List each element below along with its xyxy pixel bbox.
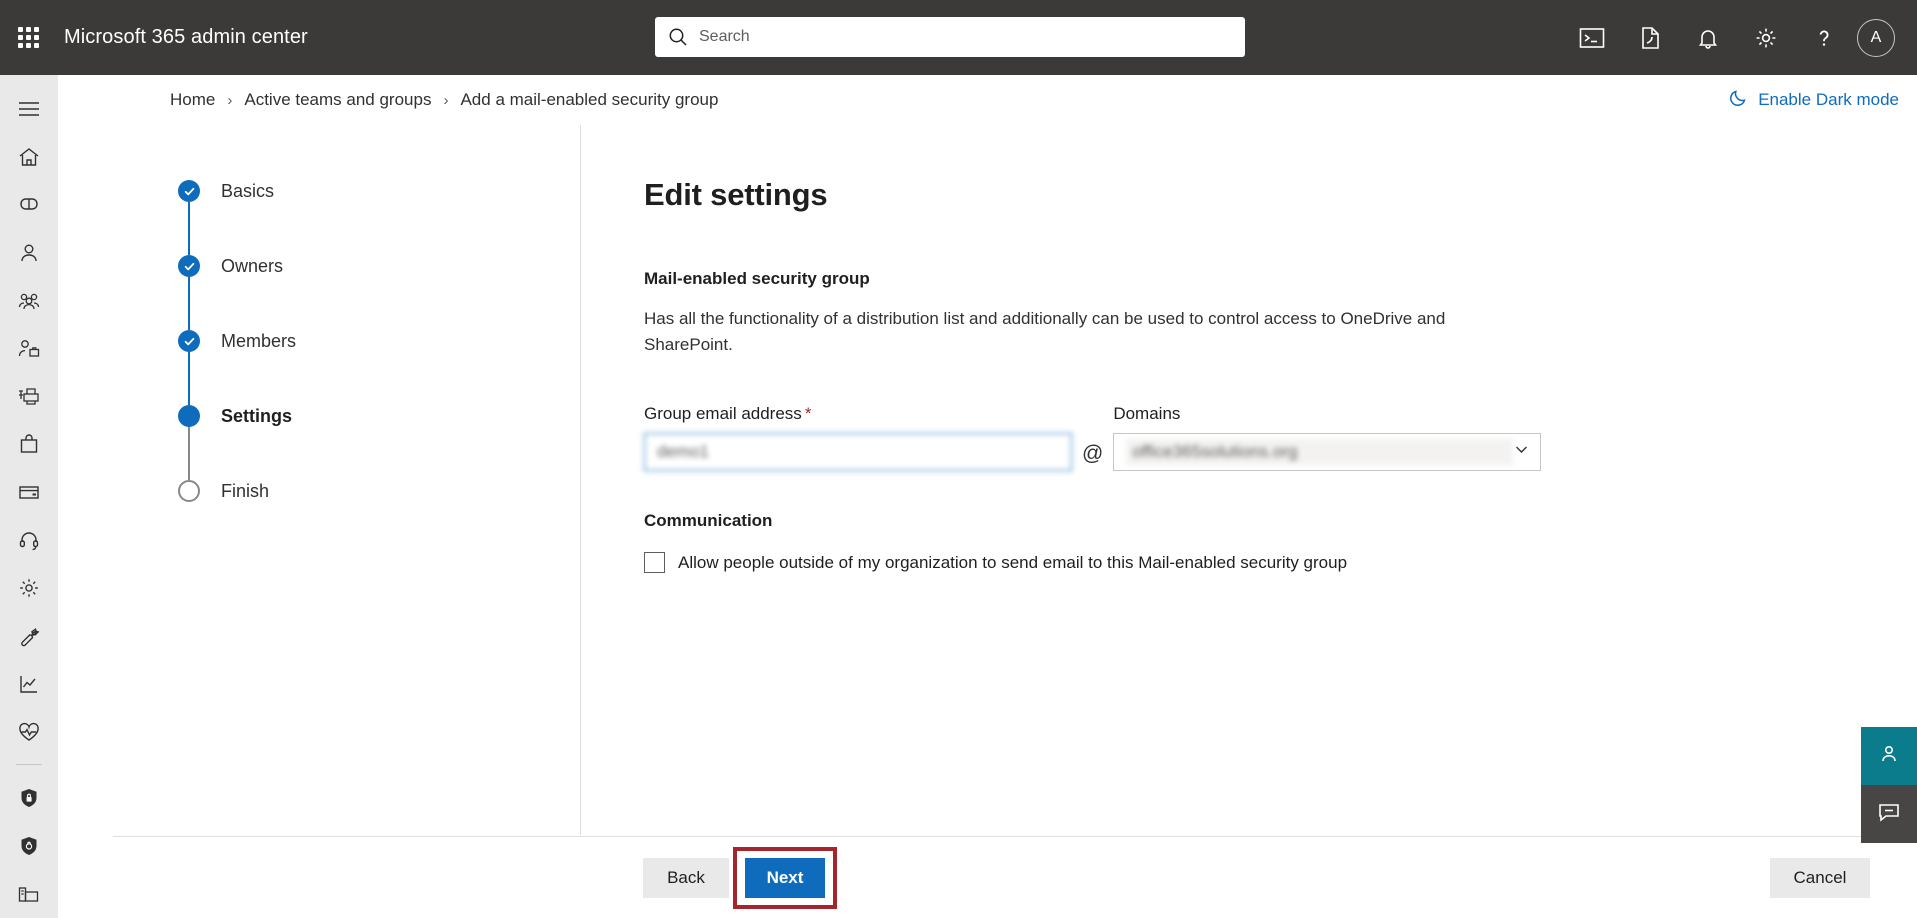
chevron-down-icon	[1513, 441, 1530, 463]
person-feedback-icon	[1877, 742, 1901, 771]
diagnostics-icon[interactable]	[1621, 0, 1679, 75]
communication-heading: Communication	[644, 511, 773, 530]
admin-centers-icon[interactable]	[0, 870, 58, 918]
step-connector	[188, 427, 190, 480]
wizard-step-label: Finish	[221, 481, 270, 501]
wizard-step-members[interactable]: Members	[178, 330, 580, 405]
payment-card-icon[interactable]	[0, 468, 58, 516]
app-launcher-waffle-icon[interactable]	[0, 0, 56, 75]
settings-pane: Edit settings Mail-enabled security grou…	[582, 125, 1917, 835]
breadcrumb-separator: ›	[227, 91, 233, 109]
step-status-pending-icon	[178, 480, 200, 502]
user-icon[interactable]	[0, 229, 58, 277]
step-connector	[188, 277, 190, 330]
wizard-step-label: Basics	[221, 181, 275, 201]
allow-external-senders-checkbox[interactable]	[644, 552, 665, 573]
wizard-step-label: Owners	[221, 256, 284, 276]
search-box[interactable]	[655, 17, 1245, 57]
search-icon	[667, 26, 689, 48]
chat-icon	[1877, 800, 1901, 829]
roles-icon[interactable]	[0, 324, 58, 372]
search-input[interactable]	[699, 28, 1233, 46]
wizard-step-label: Members	[221, 331, 297, 351]
domains-label: Domains	[1113, 404, 1181, 423]
feedback-tab-stack	[1861, 727, 1917, 843]
wizard-steps: Basics Owners Members Settings Finish	[178, 180, 580, 502]
health-heart-icon[interactable]	[0, 708, 58, 756]
wizard-step-owners[interactable]: Owners	[178, 255, 580, 330]
feedback-chat-tab[interactable]	[1861, 785, 1917, 843]
settings-gear-icon[interactable]	[0, 564, 58, 612]
security-shield-icon[interactable]	[0, 774, 58, 822]
feedback-survey-tab[interactable]	[1861, 727, 1917, 785]
step-status-current-icon	[178, 405, 200, 427]
help-icon[interactable]	[1795, 0, 1853, 75]
at-symbol: @	[1082, 442, 1104, 465]
copilot-icon[interactable]	[0, 181, 58, 229]
email-and-domain-row: Group email address* @ Domains office365…	[644, 404, 1917, 471]
group-email-label-text: Group email address	[644, 404, 802, 423]
group-type-description: Has all the functionality of a distribut…	[644, 309, 1446, 354]
teams-groups-icon[interactable]	[0, 277, 58, 325]
app-title: Microsoft 365 admin center	[64, 26, 308, 48]
rail-divider	[16, 764, 42, 766]
step-connector	[188, 352, 190, 405]
domains-dropdown[interactable]: office365solutions.org	[1113, 433, 1542, 471]
breadcrumb-item-current: Add a mail-enabled security group	[460, 90, 719, 109]
wizard-step-basics[interactable]: Basics	[178, 180, 580, 255]
hamburger-icon[interactable]	[0, 85, 58, 133]
back-button[interactable]: Back	[643, 858, 729, 898]
bell-icon[interactable]	[1679, 0, 1737, 75]
next-button[interactable]: Next	[745, 858, 825, 898]
left-nav-rail	[0, 75, 58, 918]
wizard-step-panel: Basics Owners Members Settings Finish	[113, 125, 581, 835]
step-status-complete-icon	[178, 180, 200, 202]
breadcrumb-separator: ›	[443, 91, 449, 109]
group-email-field-group: Group email address *	[644, 404, 1072, 471]
wizard-step-finish[interactable]: Finish	[178, 480, 580, 502]
home-icon[interactable]	[0, 133, 58, 181]
step-status-complete-icon	[178, 330, 200, 352]
domains-field-group: Domains office365solutions.org	[1113, 404, 1542, 471]
group-email-input[interactable]	[644, 433, 1072, 471]
wizard-footer: Back Next Cancel	[113, 836, 1917, 918]
breadcrumb-bar: Home › Active teams and groups › Add a m…	[58, 75, 1917, 125]
breadcrumb-item-home[interactable]: Home	[170, 90, 215, 110]
wizard-step-label: Settings	[221, 406, 293, 426]
page-title: Edit settings	[644, 177, 828, 212]
moon-icon	[1728, 87, 1758, 113]
step-status-complete-icon	[178, 255, 200, 277]
support-headset-icon[interactable]	[0, 516, 58, 564]
breadcrumb: Home › Active teams and groups › Add a m…	[170, 90, 718, 110]
setup-wrench-icon[interactable]	[0, 612, 58, 660]
suite-actions: A	[1563, 0, 1909, 75]
billing-bag-icon[interactable]	[0, 420, 58, 468]
wizard-step-settings[interactable]: Settings	[178, 405, 580, 480]
devices-icon[interactable]	[0, 372, 58, 420]
cancel-button[interactable]: Cancel	[1770, 858, 1870, 898]
enable-dark-mode-toggle[interactable]: Enable Dark mode	[1728, 87, 1899, 113]
reports-chart-icon[interactable]	[0, 660, 58, 708]
allow-external-senders-label: Allow people outside of my organization …	[678, 552, 1348, 572]
group-email-label: Group email address *	[644, 404, 1072, 424]
compliance-shield-icon[interactable]	[0, 822, 58, 870]
cloud-shell-icon[interactable]	[1563, 0, 1621, 75]
domains-selected-value: office365solutions.org	[1126, 439, 1514, 465]
required-asterisk: *	[804, 404, 812, 423]
next-button-highlight: Next	[733, 847, 837, 909]
avatar[interactable]: A	[1857, 18, 1895, 57]
step-connector	[188, 202, 190, 255]
allow-external-senders-row[interactable]: Allow people outside of my organization …	[644, 552, 1917, 573]
gear-icon[interactable]	[1737, 0, 1795, 75]
suite-header: Microsoft 365 admin center A	[0, 0, 1917, 75]
breadcrumb-item-active-teams-and-groups[interactable]: Active teams and groups	[244, 90, 431, 110]
group-type-heading: Mail-enabled security group	[644, 269, 870, 288]
dark-mode-label: Enable Dark mode	[1758, 90, 1899, 109]
